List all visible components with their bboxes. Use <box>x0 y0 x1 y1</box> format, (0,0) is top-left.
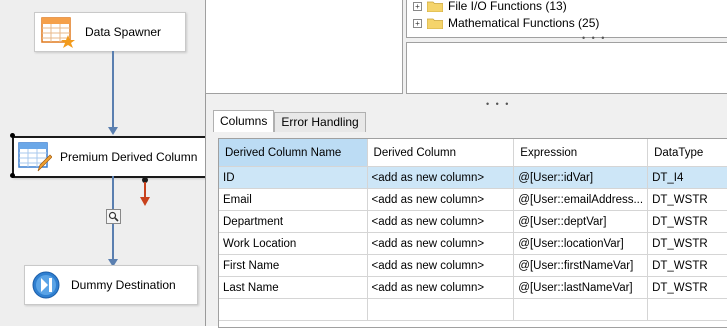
derived-column-cell[interactable]: <add as new column> <box>367 166 515 189</box>
derived-columns-grid[interactable]: Derived Column Name Derived Column Expre… <box>218 138 727 328</box>
table-row-empty[interactable] <box>219 298 727 321</box>
column-header-expression[interactable]: Expression <box>513 139 649 167</box>
table-row[interactable]: Department <add as new column> @[User::d… <box>219 210 727 233</box>
splitter-grip[interactable]: • • • <box>486 99 510 109</box>
data-viewer-icon[interactable] <box>106 209 121 224</box>
resize-handle[interactable] <box>10 173 15 178</box>
column-header-name[interactable]: Derived Column Name <box>219 139 368 167</box>
expand-icon[interactable]: + <box>413 1 422 11</box>
design-canvas[interactable]: Data Spawner Premium Derived Column Dumm… <box>0 0 207 326</box>
table-row[interactable]: First Name <add as new column> @[User::f… <box>219 254 727 277</box>
derived-column-cell[interactable]: <add as new column> <box>367 276 515 299</box>
derived-column-cell[interactable]: <add as new column> <box>367 210 515 233</box>
table-row[interactable]: ID <add as new column> @[User::idVar] DT… <box>219 166 727 189</box>
empty-cell[interactable] <box>647 298 727 321</box>
tree-item-label: File I/O Functions (13) <box>448 0 567 13</box>
derived-column-name-cell[interactable]: Work Location <box>219 232 368 255</box>
derived-column-name-cell[interactable]: Email <box>219 188 368 211</box>
error-connector[interactable] <box>144 182 146 198</box>
datatype-cell[interactable]: DT_WSTR <box>647 254 727 277</box>
derived-column-cell[interactable]: <add as new column> <box>367 254 515 277</box>
tree-item-file-io[interactable]: + File I/O Functions (13) <box>413 0 567 15</box>
expression-cell[interactable]: @[User::firstNameVar] <box>513 254 649 277</box>
function-description-panel <box>406 42 727 94</box>
tab-columns[interactable]: Columns <box>213 110 275 132</box>
expression-cell[interactable]: @[User::lastNameVar] <box>513 276 649 299</box>
datatype-cell[interactable]: DT_WSTR <box>647 276 727 299</box>
table-row[interactable]: Last Name <add as new column> @[User::la… <box>219 276 727 299</box>
column-header-datatype[interactable]: DataType <box>647 139 727 167</box>
tab-error-handling[interactable]: Error Handling <box>274 112 366 132</box>
error-arrowhead-icon <box>140 197 150 206</box>
expand-icon[interactable]: + <box>413 18 422 28</box>
datatype-cell[interactable]: DT_WSTR <box>647 210 727 233</box>
table-row[interactable]: Email <add as new column> @[User::emailA… <box>219 188 727 211</box>
expression-cell[interactable]: @[User::emailAddress... <box>513 188 649 211</box>
variables-panel[interactable] <box>205 0 403 94</box>
datatype-cell[interactable]: DT_WSTR <box>647 232 727 255</box>
dummy-destination-node[interactable]: Dummy Destination <box>24 265 198 305</box>
editor-tabs: Columns Error Handling <box>213 110 366 132</box>
derived-column-name-cell[interactable]: First Name <box>219 254 368 277</box>
functions-tree[interactable]: + File I/O Functions (13) + Mathematical… <box>406 0 727 38</box>
datatype-cell[interactable]: DT_I4 <box>647 166 727 189</box>
table-star-icon <box>41 17 75 48</box>
empty-cell[interactable] <box>513 298 649 321</box>
empty-cell[interactable] <box>219 298 368 321</box>
derived-column-name-cell[interactable]: Department <box>219 210 368 233</box>
table-pencil-icon <box>18 142 52 172</box>
node-label: Dummy Destination <box>71 278 176 292</box>
expression-cell[interactable]: @[User::idVar] <box>513 166 649 189</box>
datatype-cell[interactable]: DT_WSTR <box>647 188 727 211</box>
derived-column-name-cell[interactable]: ID <box>219 166 368 189</box>
resize-handle[interactable] <box>10 133 15 138</box>
flow-connector[interactable] <box>112 51 114 129</box>
folder-icon <box>427 18 443 29</box>
folder-icon <box>427 1 443 12</box>
grid-header-row: Derived Column Name Derived Column Expre… <box>219 139 727 167</box>
derived-column-cell[interactable]: <add as new column> <box>367 188 515 211</box>
destination-icon <box>32 271 60 299</box>
expression-cell[interactable]: @[User::locationVar] <box>513 232 649 255</box>
derived-column-cell[interactable]: <add as new column> <box>367 232 515 255</box>
derived-column-name-cell[interactable]: Last Name <box>219 276 368 299</box>
node-label: Premium Derived Column <box>60 150 198 164</box>
tree-item-mathematical[interactable]: + Mathematical Functions (25) <box>413 14 599 32</box>
flow-arrowhead-icon <box>108 127 118 135</box>
table-row[interactable]: Work Location <add as new column> @[User… <box>219 232 727 255</box>
node-label: Data Spawner <box>85 25 162 39</box>
tree-item-label: Mathematical Functions (25) <box>448 16 600 30</box>
data-spawner-node[interactable]: Data Spawner <box>34 12 186 52</box>
column-header-derived[interactable]: Derived Column <box>367 139 515 167</box>
empty-cell[interactable] <box>367 298 515 321</box>
expression-cell[interactable]: @[User::deptVar] <box>513 210 649 233</box>
premium-derived-column-node[interactable]: Premium Derived Column <box>12 136 207 178</box>
